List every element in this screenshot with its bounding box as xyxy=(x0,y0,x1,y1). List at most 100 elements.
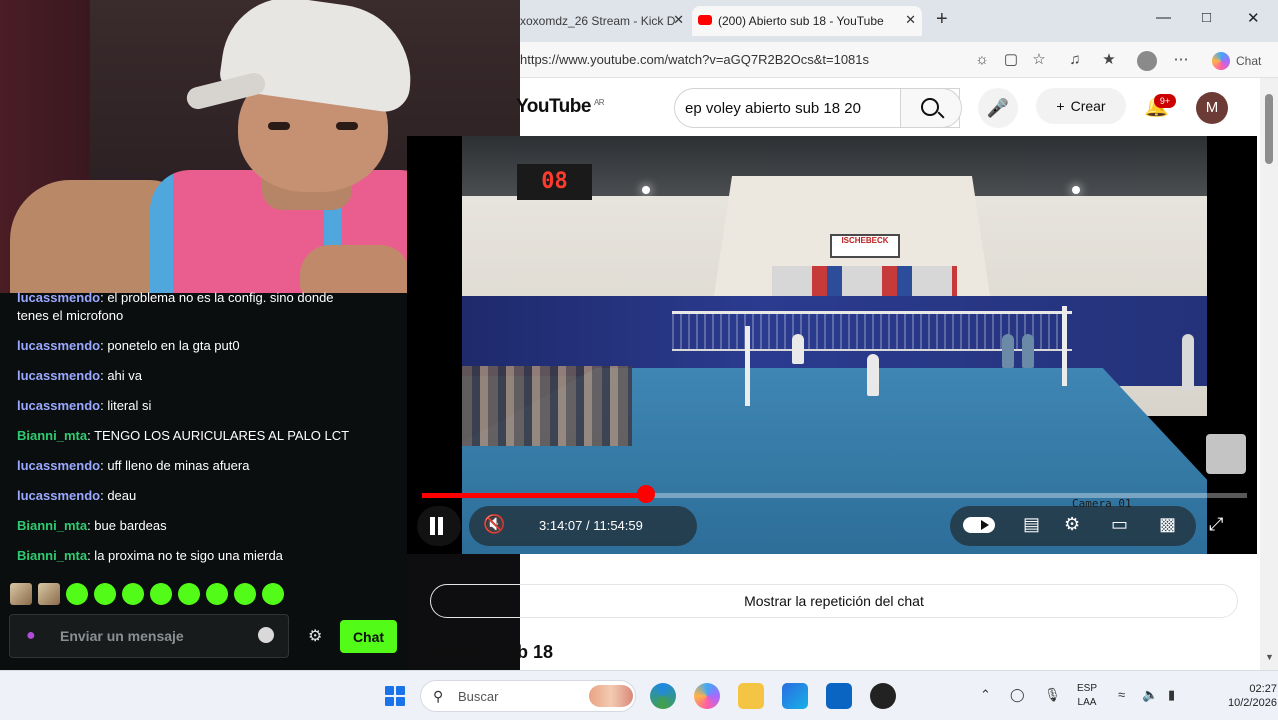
outlook-icon[interactable] xyxy=(826,683,852,709)
more-menu-icon[interactable]: ⋯ xyxy=(1172,51,1190,69)
edge-icon[interactable] xyxy=(650,683,676,709)
tab-close-icon[interactable]: ✕ xyxy=(673,12,684,28)
file-explorer-icon[interactable] xyxy=(738,683,764,709)
cast-icon[interactable]: ▩ xyxy=(1159,514,1176,535)
volume-icon[interactable]: 🔈 xyxy=(1142,687,1158,703)
search-highlight-image xyxy=(589,685,633,707)
profile-avatar[interactable] xyxy=(1137,51,1157,71)
chat-text: : literal si xyxy=(100,398,152,413)
progress-bar[interactable] xyxy=(422,493,1247,498)
video-frame: ISCHEBECK 08 xyxy=(462,136,1207,554)
create-button[interactable]: + Crear xyxy=(1036,88,1126,124)
app-icon[interactable] xyxy=(870,683,896,709)
security-icon[interactable]: ◯ xyxy=(1010,687,1025,703)
chat-username[interactable]: lucassmendo xyxy=(17,488,100,503)
scroll-down-arrow-icon[interactable]: ▼ xyxy=(1265,652,1274,662)
copilot-icon xyxy=(1212,52,1230,70)
favorite-star-icon[interactable]: ☆ xyxy=(1030,51,1048,69)
emote-icon[interactable] xyxy=(150,583,172,605)
chat-username[interactable]: lucassmendo xyxy=(17,368,100,383)
show-hidden-icons-chevron-icon[interactable]: ⌃ xyxy=(980,687,991,703)
emote-icon[interactable] xyxy=(262,583,284,605)
microphone-icon[interactable]: 🎙 xyxy=(1044,687,1061,703)
emote-icon[interactable] xyxy=(38,583,60,605)
tab-youtube[interactable]: (200) Abierto sub 18 - YouTube ✕ xyxy=(692,6,922,36)
tab-label: (200) Abierto sub 18 - YouTube xyxy=(718,14,884,28)
microphone-icon: 🎤 xyxy=(986,98,1010,118)
start-button[interactable] xyxy=(385,686,405,706)
maximize-icon[interactable]: □ xyxy=(1202,9,1211,26)
voice-search-button[interactable]: 🎤 xyxy=(978,88,1018,128)
new-tab-button[interactable]: + xyxy=(936,8,948,31)
chat-username[interactable]: lucassmendo xyxy=(17,398,100,413)
microsoft-store-icon[interactable] xyxy=(782,683,808,709)
page-scrollbar[interactable]: ▼ xyxy=(1260,78,1278,670)
emote-icon[interactable] xyxy=(94,583,116,605)
emoji-picker-icon[interactable] xyxy=(258,627,274,643)
chat-username[interactable]: Bianni_mta xyxy=(17,548,87,563)
favorites-icon[interactable]: ★ xyxy=(1100,51,1118,69)
theater-mode-icon[interactable]: ▭ xyxy=(1111,514,1128,535)
tab-kick-stream[interactable]: xoxomdz_26 Stream - Kick D ✕ xyxy=(520,6,690,36)
search-button[interactable] xyxy=(900,88,962,128)
close-window-icon[interactable]: ✕ xyxy=(1247,9,1260,27)
keyboard-layout: LAA xyxy=(1077,697,1097,708)
emote-icon[interactable] xyxy=(10,583,32,605)
settings-gear-icon[interactable]: ⚙ xyxy=(1064,514,1080,535)
chat-text: : deau xyxy=(100,488,137,503)
chat-username[interactable]: lucassmendo xyxy=(17,290,100,305)
search-icon xyxy=(921,98,939,116)
chat-message: lucassmendo: uff lleno de minas afuera xyxy=(17,457,249,474)
taskbar-search[interactable]: ⚲ Buscar xyxy=(420,680,636,712)
input-language[interactable]: ESP LAA xyxy=(1077,682,1097,710)
extensions-icon[interactable]: ♫ xyxy=(1066,51,1084,69)
channel-watermark[interactable] xyxy=(1206,434,1246,474)
scrollbar-thumb[interactable] xyxy=(1265,94,1273,164)
autoplay-toggle[interactable] xyxy=(963,517,995,533)
chat-scrollbar[interactable] xyxy=(399,293,407,670)
wifi-icon[interactable]: ≈ xyxy=(1118,687,1125,702)
chat-username[interactable]: Bianni_mta xyxy=(17,428,87,443)
emote-icon[interactable] xyxy=(178,583,200,605)
subtitles-icon[interactable]: ▤ xyxy=(1023,514,1040,535)
chat-text: : la proxima no te sigo una mierda xyxy=(87,548,283,563)
emote-icon[interactable] xyxy=(206,583,228,605)
webcam-eye xyxy=(336,122,358,130)
notification-badge: 9+ xyxy=(1154,94,1176,108)
microphone-icon[interactable]: ● xyxy=(26,627,40,647)
chat-message-input[interactable]: ● Enviar un mensaje xyxy=(9,614,289,658)
youtube-logo-text: YouTube xyxy=(516,96,591,117)
emote-icon[interactable] xyxy=(66,583,88,605)
battery-icon[interactable]: ▮ xyxy=(1168,687,1175,703)
settings-gear-icon[interactable]: ⚙ xyxy=(308,626,322,646)
clock-time: 02:27 xyxy=(1249,683,1277,695)
chat-input-placeholder: Enviar un mensaje xyxy=(60,628,184,644)
play-pause-button[interactable] xyxy=(417,506,461,546)
chat-username[interactable]: lucassmendo xyxy=(17,338,100,353)
copilot-icon[interactable] xyxy=(694,683,720,709)
chat-send-button[interactable]: Chat xyxy=(340,620,397,653)
volleyball-player xyxy=(1022,334,1034,368)
webcam-eye xyxy=(268,122,290,130)
youtube-logo[interactable]: YouTube AR xyxy=(516,96,605,118)
chat-username[interactable]: lucassmendo xyxy=(17,458,100,473)
emote-icon[interactable] xyxy=(234,583,256,605)
youtube-header: YouTubeAR ep voley abierto sub 18 20 ✕ 🎤… xyxy=(516,78,1260,136)
mute-icon[interactable]: 🔇 xyxy=(483,514,505,535)
taskbar-search-placeholder: Buscar xyxy=(458,689,499,704)
url-field[interactable]: https://www.youtube.com/watch?v=aGQ7R2B2… xyxy=(520,52,869,67)
account-avatar[interactable]: M xyxy=(1196,92,1228,124)
tab-close-icon[interactable]: ✕ xyxy=(905,12,916,28)
fullscreen-icon[interactable]: ⤢ xyxy=(1209,514,1223,535)
tracking-icon[interactable]: ☼ xyxy=(973,51,991,69)
minimize-icon[interactable]: — xyxy=(1156,9,1171,26)
emote-icon[interactable] xyxy=(122,583,144,605)
reader-icon[interactable]: ▢ xyxy=(1002,51,1020,69)
system-clock[interactable]: 02:27 10/2/2026 xyxy=(1228,682,1277,710)
progress-scrubber[interactable] xyxy=(636,485,655,503)
show-chat-replay-button[interactable]: Mostrar la repetición del chat xyxy=(430,584,1238,618)
copilot-chat-button[interactable]: Chat xyxy=(1204,48,1267,74)
create-label: Crear xyxy=(1070,98,1106,114)
chat-username[interactable]: Bianni_mta xyxy=(17,518,87,533)
video-player[interactable]: ISCHEBECK 08 Camera 01 🔇 3:14:07 / 11:54… xyxy=(407,136,1257,554)
